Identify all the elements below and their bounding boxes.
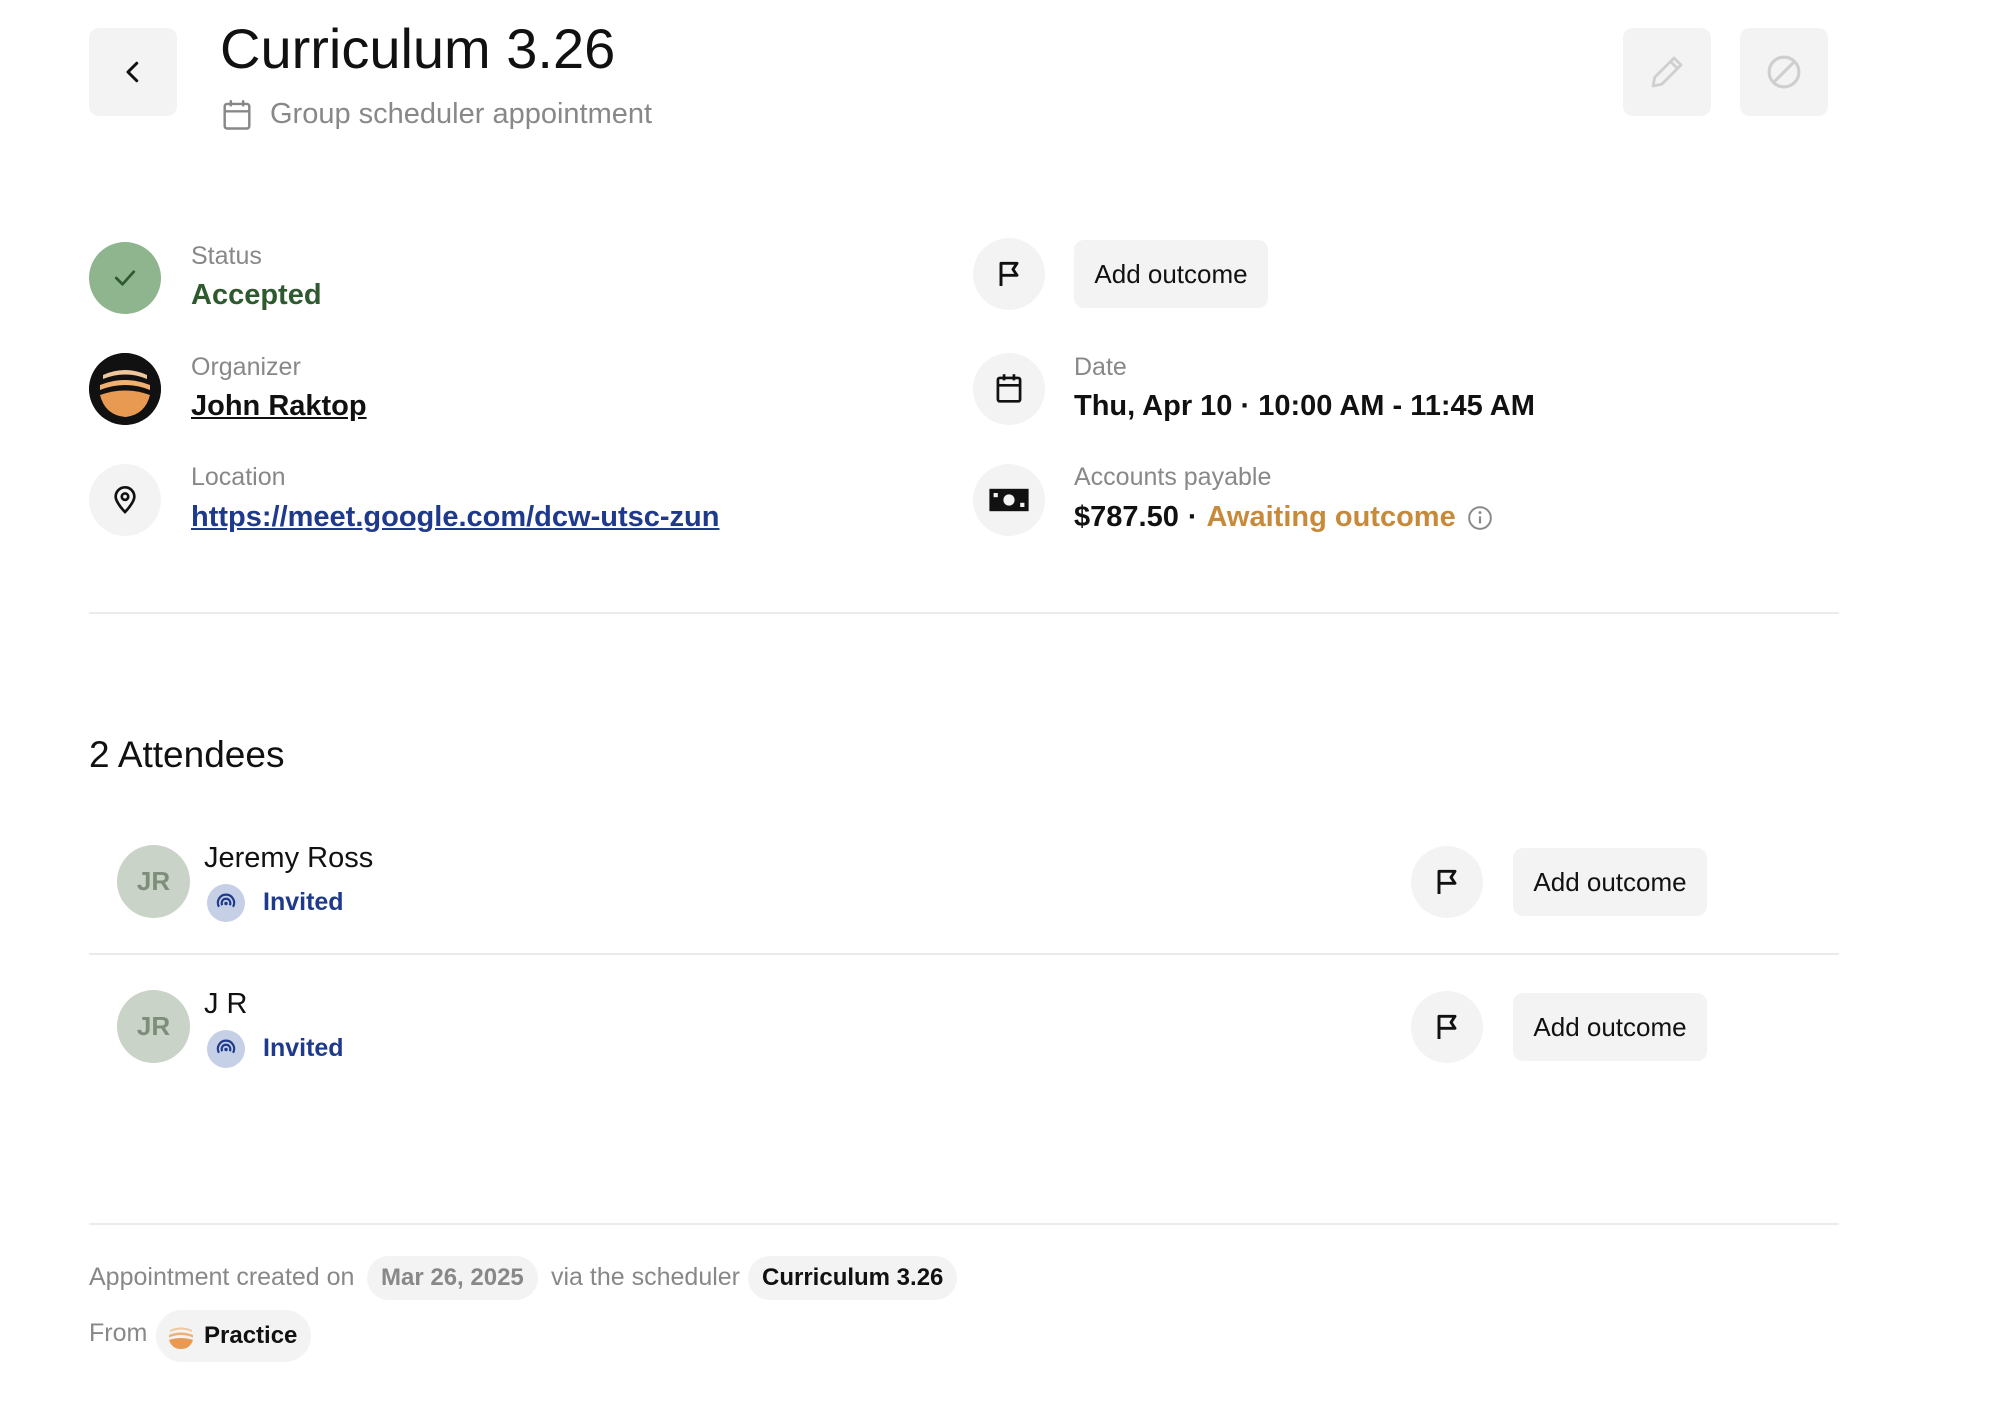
page-subtitle: Group scheduler appointment [270,98,653,130]
created-date-chip: Mar 26, 2025 [367,1256,538,1300]
flag-icon [999,261,1019,286]
cash-icon [989,488,1029,512]
from-text: From [89,1319,148,1347]
location-icon-circle [89,464,161,536]
pencil-icon [1651,56,1683,88]
check-icon [114,270,136,286]
location-link[interactable]: https://meet.google.com/dcw-utsc-zun [191,501,719,534]
page-title: Curriculum 3.26 [220,17,616,80]
status-accepted-icon [89,242,161,314]
attendee-avatar: JR [117,990,190,1063]
scheduler-chip[interactable]: Curriculum 3.26 [748,1256,958,1300]
attendee-avatar: JR [117,845,190,918]
broadcast-icon [216,1039,236,1054]
map-pin-icon [114,486,136,514]
attendee-name: Jeremy Ross [204,842,374,874]
organizer-link[interactable]: John Raktop [191,390,367,423]
calendar-icon [996,374,1022,403]
attendee-status: Invited [263,888,344,916]
practice-logo-icon [89,353,161,425]
broadcast-icon [216,893,236,908]
status-value: Accepted [191,279,322,311]
flag-icon [1437,1014,1457,1039]
attendee-add-outcome-button[interactable]: Add outcome [1513,848,1707,916]
back-button[interactable] [89,28,177,116]
payable-row: $787.50 · Awaiting outcome [1074,501,1493,534]
attendee-flag-circle [1411,846,1483,918]
organizer-avatar [89,353,161,425]
payable-status: Awaiting outcome [1206,501,1456,533]
separator-dot: · [1187,501,1198,533]
divider [89,1223,1839,1225]
organizer-label: Organizer [191,353,301,381]
date-icon-circle [973,353,1045,425]
calendar-icon [223,100,251,130]
practice-logo-icon [169,1327,193,1349]
edit-button[interactable] [1623,28,1711,116]
invited-icon [207,1030,245,1068]
cancel-appointment-button[interactable] [1740,28,1828,116]
practice-name: Practice [204,1322,298,1349]
via-text: via the scheduler [551,1263,741,1291]
created-prefix: Appointment created on [89,1263,355,1291]
status-label: Status [191,242,262,270]
attendee-status: Invited [263,1034,344,1062]
attendee-flag-circle [1411,991,1483,1063]
info-icon[interactable] [1467,505,1493,531]
practice-chip[interactable]: Practice [156,1310,312,1362]
payable-icon-circle [973,464,1045,536]
attendee-divider [89,953,1839,955]
attendee-add-outcome-button[interactable]: Add outcome [1513,993,1707,1061]
location-label: Location [191,463,286,491]
flag-icon [1437,869,1457,894]
outcome-flag-circle [973,238,1045,310]
add-outcome-button[interactable]: Add outcome [1074,240,1268,308]
date-value: Thu, Apr 10 · 10:00 AM - 11:45 AM [1074,390,1535,422]
payable-amount: $787.50 [1074,501,1179,533]
divider [89,612,1839,614]
date-label: Date [1074,353,1127,381]
attendee-name: J R [204,988,248,1020]
attendees-heading: 2 Attendees [89,734,285,775]
chevron-left-icon [126,61,139,83]
prohibited-icon [1767,55,1801,89]
payable-label: Accounts payable [1074,463,1272,491]
invited-icon [207,884,245,922]
